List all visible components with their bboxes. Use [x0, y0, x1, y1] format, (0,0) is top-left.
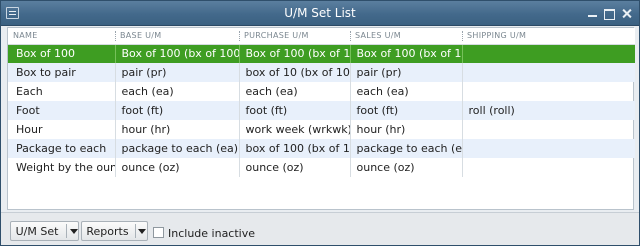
column-header-purchase[interactable]: PURCHASE U/M [239, 28, 350, 45]
table-row[interactable]: Package to each package to each (ea) box… [8, 139, 635, 158]
dropdown-arrow-icon[interactable] [138, 229, 146, 234]
cell-shipping: roll (roll) [462, 101, 635, 120]
cell-purchase: work week (wrkwk) [239, 120, 351, 139]
cell-purchase: ounce (oz) [239, 158, 351, 177]
include-inactive-label[interactable]: Include inactive [168, 227, 255, 240]
cell-name: Hour [8, 120, 116, 139]
minimize-icon[interactable] [586, 8, 600, 19]
um-set-list-window: U/M Set List NAME BASE U/M PURCHASE U/M … [0, 0, 640, 246]
cell-shipping [462, 158, 635, 177]
header-row: NAME BASE U/M PURCHASE U/M SALES U/M SHI… [8, 28, 635, 45]
cell-purchase: box of 100 (bx of 100) [239, 139, 351, 158]
cell-name: Weight by the ounce [8, 158, 116, 177]
table-row[interactable]: Foot foot (ft) foot (ft) foot (ft) roll … [8, 101, 635, 120]
cell-purchase: foot (ft) [239, 101, 351, 120]
table-row[interactable]: Hour hour (hr) work week (wrkwk) hour (h… [8, 120, 635, 139]
cell-base: each (ea) [115, 82, 240, 101]
cell-shipping [462, 44, 635, 63]
button-divider [135, 224, 136, 238]
table-row[interactable]: Weight by the ounce ounce (oz) ounce (oz… [8, 158, 635, 177]
maximize-icon[interactable] [603, 8, 617, 20]
cell-shipping [462, 82, 635, 101]
cell-base: Box of 100 (bx of 100) [115, 44, 240, 63]
cell-purchase: each (ea) [239, 82, 351, 101]
um-set-table: NAME BASE U/M PURCHASE U/M SALES U/M SHI… [8, 28, 635, 177]
table-row[interactable]: Box of 100 Box of 100 (bx of 100) Box of… [8, 44, 635, 63]
close-icon[interactable] [621, 8, 635, 19]
cell-sales: Box of 100 (bx of 100) [350, 44, 463, 63]
cell-purchase: box of 10 (bx of 10) [239, 63, 351, 82]
cell-sales: pair (pr) [350, 63, 463, 82]
dropdown-arrow-icon[interactable] [70, 229, 78, 234]
table-row[interactable]: Each each (ea) each (ea) each (ea) [8, 82, 635, 101]
cell-base: hour (hr) [115, 120, 240, 139]
title-bar[interactable]: U/M Set List [1, 1, 639, 26]
cell-base: package to each (ea) [115, 139, 240, 158]
cell-sales: foot (ft) [350, 101, 463, 120]
reports-button-label: Reports [86, 225, 129, 238]
cell-base: foot (ft) [115, 101, 240, 120]
cell-name: Box to pair [8, 63, 116, 82]
cell-name: Package to each [8, 139, 116, 158]
um-set-button-label: U/M Set [15, 225, 59, 238]
cell-base: pair (pr) [115, 63, 240, 82]
cell-name: Each [8, 82, 116, 101]
um-set-menu-button[interactable]: U/M Set [10, 221, 79, 241]
cell-sales: hour (hr) [350, 120, 463, 139]
cell-shipping [462, 139, 635, 158]
cell-sales: each (ea) [350, 82, 463, 101]
reports-menu-button[interactable]: Reports [81, 221, 148, 241]
table-row[interactable]: Box to pair pair (pr) box of 10 (bx of 1… [8, 63, 635, 82]
um-set-list[interactable]: NAME BASE U/M PURCHASE U/M SALES U/M SHI… [7, 27, 635, 210]
window-title: U/M Set List [284, 6, 356, 20]
column-header-base[interactable]: BASE U/M [115, 28, 239, 45]
cell-purchase: Box of 100 (bx of 100) [239, 44, 351, 63]
cell-shipping [462, 63, 635, 82]
column-header-sales[interactable]: SALES U/M [350, 28, 462, 45]
cell-base: ounce (oz) [115, 158, 240, 177]
cell-name: Foot [8, 101, 116, 120]
column-header-name[interactable]: NAME [8, 28, 115, 45]
cell-sales: ounce (oz) [350, 158, 463, 177]
bottom-toolbar: U/M Set Reports Include inactive [1, 212, 639, 245]
column-header-shipping[interactable]: SHIPPING U/M [462, 28, 635, 45]
include-inactive-checkbox[interactable] [153, 227, 164, 238]
cell-shipping [462, 120, 635, 139]
cell-sales: package to each (ea) [350, 139, 463, 158]
button-divider [66, 224, 67, 238]
cell-name: Box of 100 [8, 44, 116, 63]
